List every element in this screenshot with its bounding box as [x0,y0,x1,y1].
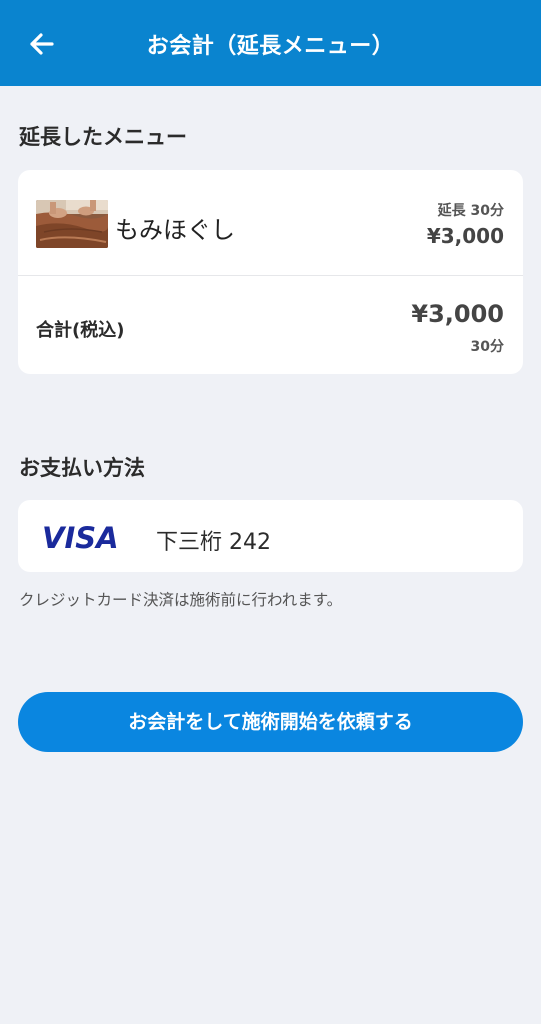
menu-item-row: もみほぐし 延長 30分 ¥3,000 [18,170,523,276]
checkout-start-button[interactable]: お会計をして施術開始を依頼する [18,692,523,752]
page-title: お会計（延長メニュー） [146,34,395,59]
total-price: ¥3,000 [411,300,504,328]
payment-method-heading: お支払い方法 [19,456,145,480]
massage-thumbnail [36,200,108,248]
total-label: 合計(税込) [36,320,125,341]
extended-menu-card: もみほぐし 延長 30分 ¥3,000 合計(税込) ¥3,000 30分 [18,170,523,374]
payment-note: クレジットカード決済は施術前に行われます。 [19,591,343,609]
visa-logo: VISA [42,521,119,555]
menu-item-price: ¥3,000 [426,224,504,248]
payment-method-card[interactable]: VISA 下三桁 242 [18,500,523,572]
extension-duration: 延長 30分 [437,203,504,219]
total-duration: 30分 [470,339,504,355]
menu-item-name: もみほぐし [115,216,235,244]
card-last-digits: 下三桁 242 [156,530,271,555]
app-header: お会計（延長メニュー） [0,0,541,86]
extended-menu-heading: 延長したメニュー [19,125,187,149]
